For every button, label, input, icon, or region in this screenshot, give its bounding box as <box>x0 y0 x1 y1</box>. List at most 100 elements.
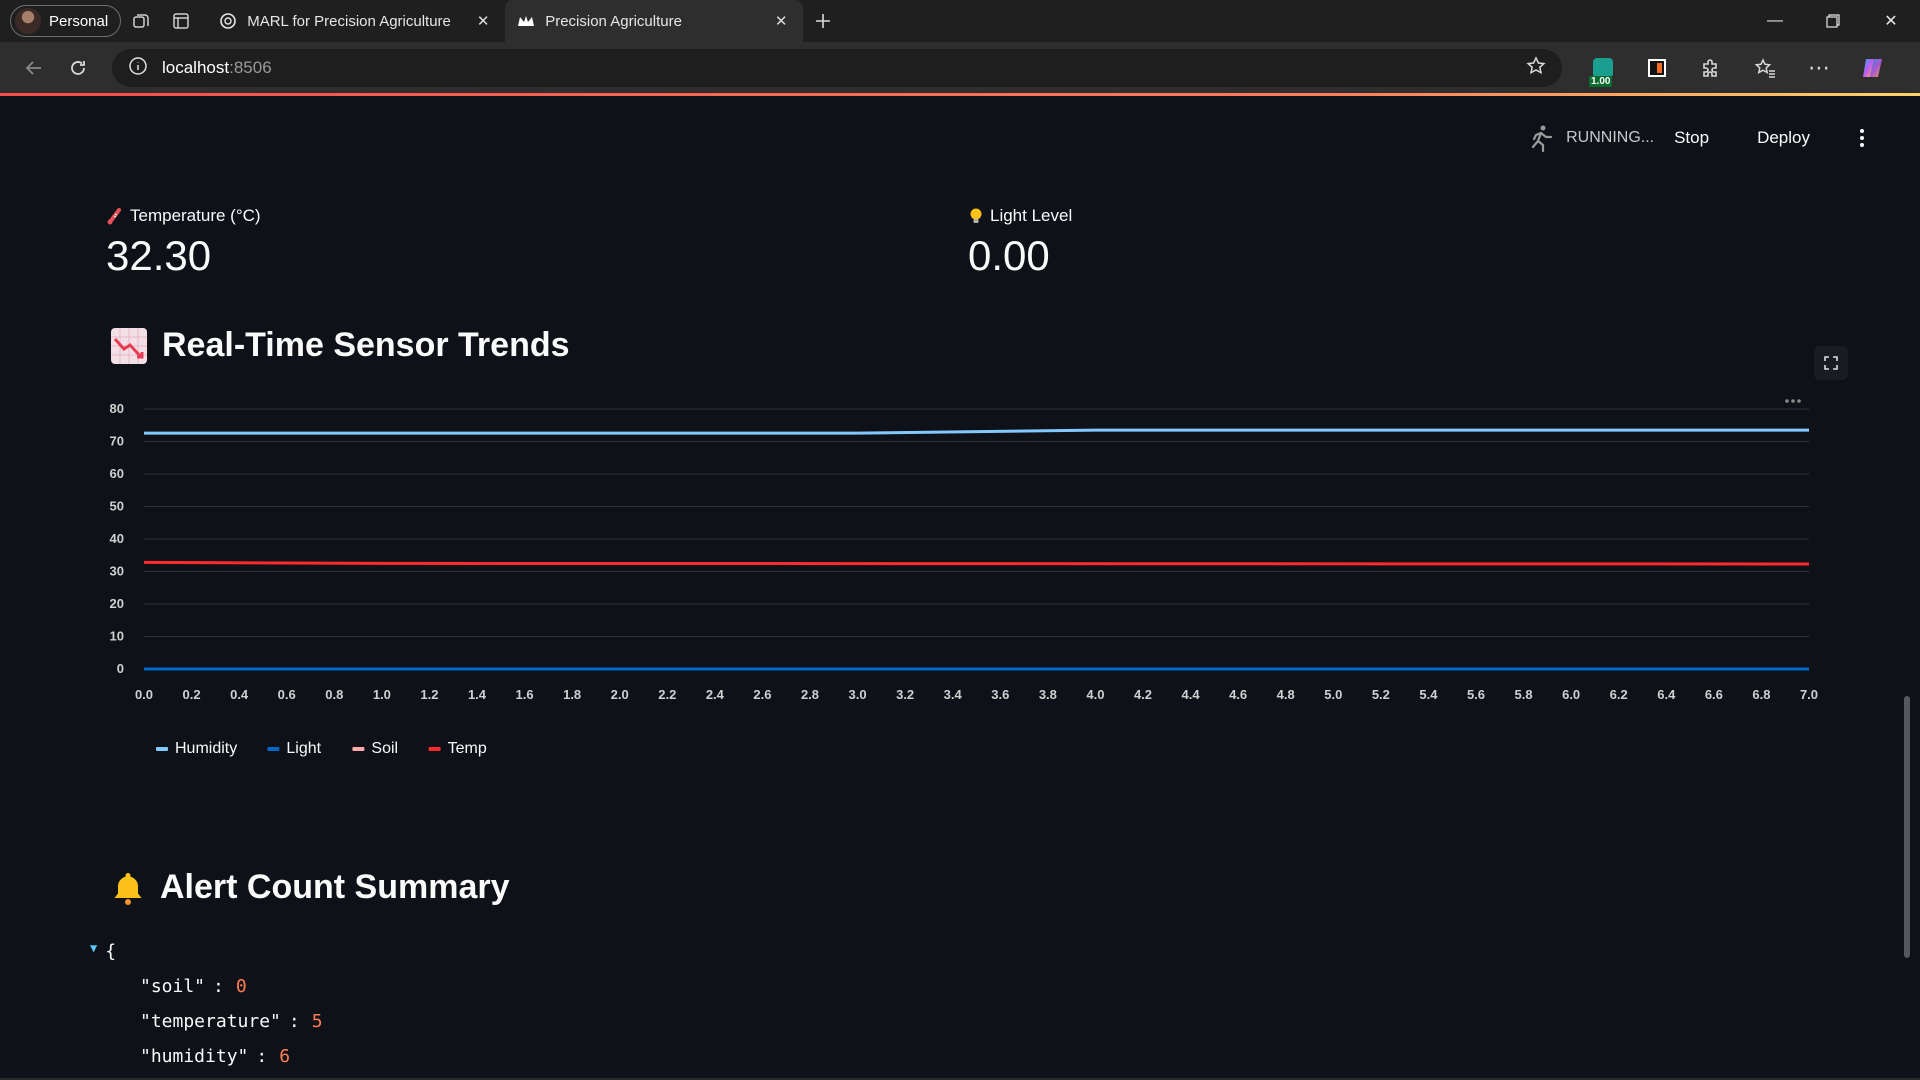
y-tick-label: 50 <box>110 499 124 514</box>
x-tick-label: 2.4 <box>706 687 725 702</box>
status-toolbar: RUNNING... Stop Deploy <box>1528 124 1872 152</box>
tab-precision-agriculture[interactable]: Precision Agriculture ✕ <box>505 0 804 42</box>
close-tab-icon[interactable]: ✕ <box>771 11 791 31</box>
profile-label: Personal <box>49 12 109 30</box>
site-info-icon[interactable] <box>128 56 148 81</box>
status-text: RUNNING... <box>1566 129 1655 146</box>
x-tick-label: 1.6 <box>516 687 534 702</box>
metric-label: Temperature (°C) <box>106 206 261 226</box>
close-window-icon[interactable]: ✕ <box>1862 0 1920 42</box>
y-tick-label: 80 <box>110 401 124 416</box>
y-tick-label: 30 <box>110 564 124 579</box>
x-tick-label: 0.4 <box>230 687 249 702</box>
fullscreen-icon <box>1824 356 1838 370</box>
stop-button[interactable]: Stop <box>1674 128 1709 148</box>
x-tick-label: 4.2 <box>1134 687 1152 702</box>
y-tick-label: 40 <box>110 531 124 546</box>
x-tick-label: 2.8 <box>801 687 819 702</box>
legend-label-light[interactable]: Light <box>286 740 321 757</box>
x-tick-label: 2.0 <box>611 687 629 702</box>
metric-value: 32.30 <box>106 232 212 279</box>
json-value: 0 <box>235 976 247 997</box>
legend-label-temp[interactable]: Temp <box>448 740 487 757</box>
x-tick-label: 6.4 <box>1657 687 1676 702</box>
x-tick-label: 2.2 <box>658 687 676 702</box>
y-tick-label: 0 <box>117 661 124 676</box>
window-controls: — ✕ <box>1746 0 1920 42</box>
x-tick-label: 6.8 <box>1752 687 1770 702</box>
thermometer-icon <box>107 208 121 225</box>
copilot-icon[interactable] <box>1846 48 1900 88</box>
json-row: "soil":0 <box>110 969 323 1004</box>
x-tick-label: 1.2 <box>420 687 438 702</box>
sensor-trends-chart[interactable]: 0 10 20 30 40 50 60 70 80 0.0 0.2 0.4 0.6 0.8 1.0 1.2 1.… <box>90 379 1820 799</box>
temperature-metric: Temperature (°C) 32.30 <box>106 206 261 280</box>
minimize-icon[interactable]: — <box>1746 0 1804 42</box>
x-tick-label: 5.2 <box>1372 687 1390 702</box>
restore-icon[interactable] <box>1804 0 1862 42</box>
profile-button[interactable]: Personal <box>10 5 122 37</box>
series-line-humidity[interactable] <box>144 428 1809 435</box>
x-tick-label: 1.0 <box>373 687 391 702</box>
lighthouse-extension-icon[interactable] <box>1630 48 1684 88</box>
streamlit-crown-icon <box>517 12 535 30</box>
workspaces-icon[interactable] <box>121 5 161 37</box>
reload-icon[interactable] <box>56 48 100 88</box>
x-tick-label: 0.6 <box>278 687 296 702</box>
y-tick-label: 60 <box>110 466 124 481</box>
x-tick-label: 3.4 <box>944 687 963 702</box>
tab-title: MARL for Precision Agriculture <box>247 12 451 30</box>
fullscreen-button[interactable] <box>1814 346 1848 380</box>
favorites-icon[interactable] <box>1738 48 1792 88</box>
url-bar[interactable]: localhost:8506 <box>112 49 1562 87</box>
json-open-brace: { <box>105 941 117 962</box>
page-scrollbar[interactable] <box>1904 696 1910 958</box>
tab-title: Precision Agriculture <box>545 12 682 30</box>
vertical-tabs-icon[interactable] <box>161 5 201 37</box>
new-tab-button[interactable] <box>803 5 843 37</box>
url-text: localhost:8506 <box>162 58 272 78</box>
metric-value: 0.00 <box>968 232 1050 279</box>
legend-label-soil[interactable]: Soil <box>371 740 398 757</box>
more-options-icon[interactable]: ⋯ <box>1792 48 1846 88</box>
favorite-star-icon[interactable] <box>1526 55 1546 81</box>
extension-badge: 1.00 <box>1589 76 1613 87</box>
alerts-title: Alert Count Summary <box>160 868 510 906</box>
x-tick-label: 4.8 <box>1277 687 1295 702</box>
streamlit-app: RUNNING... Stop Deploy Temperature (°C) … <box>6 96 1914 1080</box>
close-tab-icon[interactable]: ✕ <box>473 11 493 31</box>
extensions-puzzle-icon[interactable] <box>1684 48 1738 88</box>
x-tick-label: 3.6 <box>991 687 1009 702</box>
x-tick-label: 3.2 <box>896 687 914 702</box>
extension-meter-icon[interactable]: 1.00 <box>1576 48 1630 88</box>
tab-marl[interactable]: MARL for Precision Agriculture ✕ <box>207 0 505 42</box>
light-level-metric: Light Level 0.00 <box>968 206 1072 280</box>
back-icon[interactable] <box>12 48 56 88</box>
x-tick-label: 0.0 <box>135 687 153 702</box>
legend-swatch-humidity <box>156 747 168 751</box>
legend-label-humidity[interactable]: Humidity <box>175 740 237 757</box>
json-value: 6 <box>279 1046 291 1067</box>
metric-label-text: Light Level <box>990 206 1073 225</box>
series-line-temp[interactable] <box>143 560 1810 566</box>
bell-icon <box>114 872 142 905</box>
deploy-button[interactable]: Deploy <box>1757 128 1810 148</box>
json-value: 5 <box>311 1011 323 1032</box>
chart-actions-icon[interactable] <box>1785 399 1801 403</box>
trends-title: Real-Time Sensor Trends <box>162 326 570 364</box>
x-tick-label: 0.8 <box>325 687 343 702</box>
x-tick-label: 2.6 <box>753 687 771 702</box>
x-tick-label: 6.6 <box>1705 687 1723 702</box>
x-tick-label: 0.2 <box>183 687 201 702</box>
x-tick-label: 1.4 <box>468 687 487 702</box>
avatar <box>15 8 41 34</box>
main-menu-icon[interactable] <box>1852 129 1872 147</box>
legend-swatch-soil <box>352 747 365 751</box>
json-row: "temperature":5 <box>110 1004 323 1039</box>
x-tick-label: 5.8 <box>1515 687 1533 702</box>
address-toolbar: localhost:8506 1.00 ⋯ <box>0 42 1920 94</box>
collapse-toggle-icon[interactable]: ▼ <box>90 941 97 955</box>
x-tick-label: 5.0 <box>1324 687 1342 702</box>
legend-swatch-temp <box>428 747 441 751</box>
x-tick-label: 4.6 <box>1229 687 1247 702</box>
